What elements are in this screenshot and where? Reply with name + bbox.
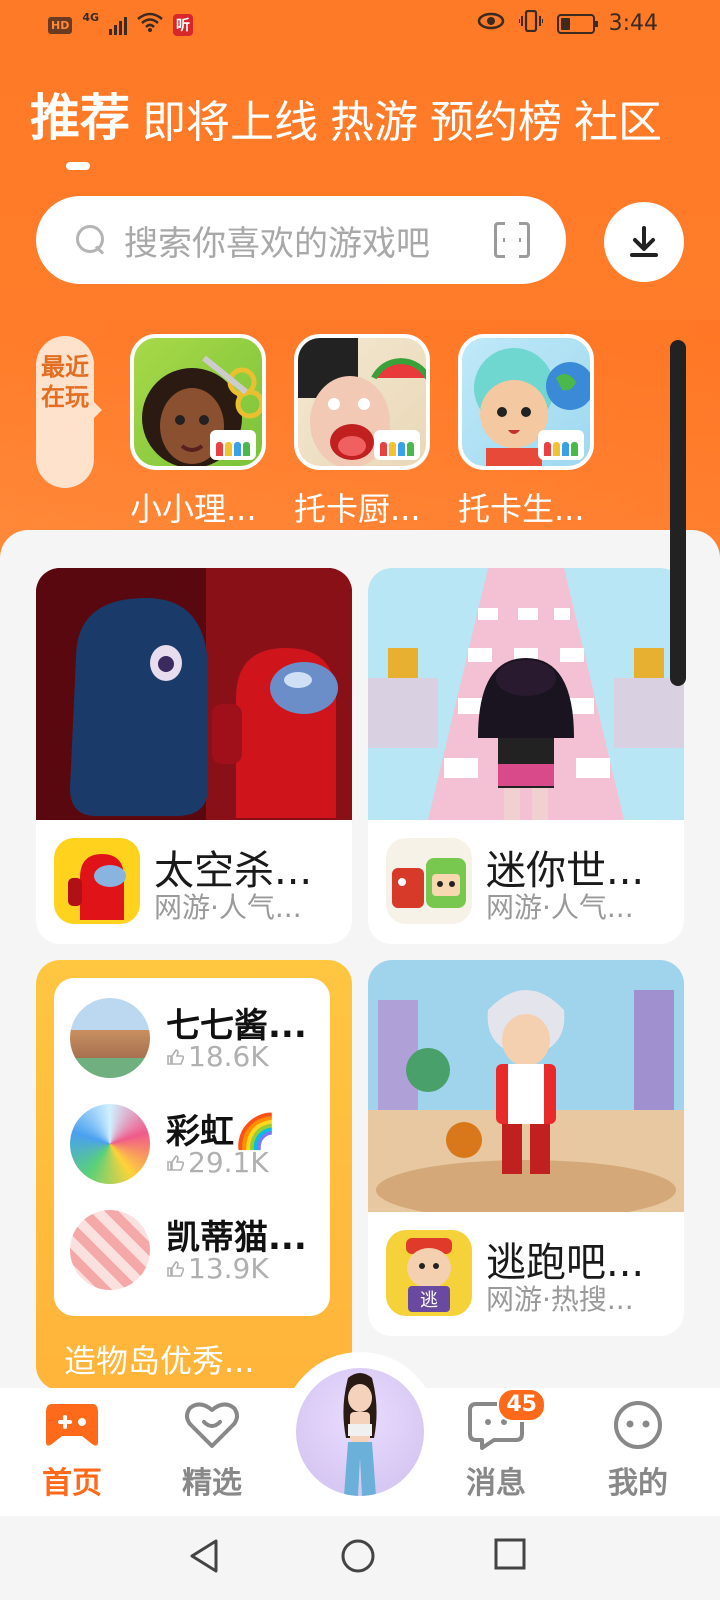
home-icon[interactable] (340, 1538, 376, 1578)
search-placeholder: 搜索你喜欢的游戏吧 (124, 223, 430, 264)
collection-thumbnail (70, 1210, 150, 1290)
recent-game-3[interactable]: 托卡生... (458, 334, 598, 530)
nav-featured[interactable]: 精选 (162, 1400, 262, 1502)
avatar[interactable] (296, 1368, 424, 1496)
signal-icon (109, 15, 128, 35)
collection-item-likes: 29.1K (166, 1146, 269, 1179)
category-tabs: 推荐 即将上线 热游 预约榜 社区 (30, 78, 720, 148)
search-icon (76, 225, 106, 255)
toca-hair-salon-icon (130, 334, 266, 470)
search-bar[interactable]: 搜索你喜欢的游戏吧 (36, 196, 566, 284)
tab-hot-games[interactable]: 热游 (330, 86, 418, 148)
thumbs-up-icon (167, 1048, 184, 1065)
svg-text:逃: 逃 (420, 1290, 438, 1311)
mini-world-icon (386, 838, 472, 924)
game-banner (368, 568, 684, 820)
tab-community[interactable]: 社区 (574, 86, 662, 148)
collection-item-3[interactable]: 凯蒂猫... 13.9K (70, 1210, 330, 1290)
active-tab-indicator (66, 162, 90, 170)
nav-label: 首页 (42, 1466, 102, 1501)
tab-recommend[interactable]: 推荐 (30, 78, 130, 148)
eye-comfort-icon (477, 11, 505, 36)
heart-bubble-icon (184, 1400, 240, 1450)
tab-coming-soon[interactable]: 即将上线 (142, 86, 318, 148)
recent-game-name: 托卡厨... (294, 490, 421, 528)
collection-card[interactable]: 七七酱... 18.6K 彩虹🌈 29.1K 凯蒂猫... 13.9K 造物岛优… (36, 960, 352, 1390)
recents-icon[interactable] (494, 1538, 526, 1574)
vibrate-icon (517, 9, 544, 37)
game-card-mini-world[interactable]: 迷你世... 网游·人气... (368, 568, 684, 944)
game-tags: 网游·热搜... (486, 1283, 634, 1316)
toca-boca-badge (538, 430, 584, 460)
game-tags: 网游·人气... (154, 891, 302, 924)
toca-kitchen-icon (294, 334, 430, 470)
nav-profile[interactable]: 我的 (588, 1400, 688, 1502)
status-bar: HD 4G 听 3:44 (0, 0, 720, 48)
collection-thumbnail (70, 1104, 150, 1184)
game-banner (368, 960, 684, 1220)
toca-life-icon (458, 334, 594, 470)
collection-item-2[interactable]: 彩虹🌈 29.1K (70, 1104, 330, 1184)
likes-count: 13.9K (188, 1252, 269, 1285)
scrollbar[interactable] (670, 340, 686, 686)
network-type: 4G (82, 10, 100, 24)
thumbs-up-icon (167, 1260, 184, 1277)
tab-reservation-rank[interactable]: 预约榜 (430, 86, 562, 148)
escape-game-icon: 逃 (386, 1230, 472, 1316)
system-navigation-bar (0, 1516, 720, 1600)
unread-badge: 45 (497, 1388, 546, 1422)
scan-icon[interactable] (494, 221, 530, 259)
hd-indicator: HD (48, 16, 73, 34)
wifi-icon (137, 12, 163, 38)
game-card-among-us[interactable]: 太空杀... 网游·人气... (36, 568, 352, 944)
game-tags: 网游·人气... (486, 891, 634, 924)
gamepad-icon (44, 1400, 100, 1450)
collection-thumbnail (70, 998, 150, 1078)
among-us-icon (54, 838, 140, 924)
collection-item-likes: 13.9K (166, 1252, 269, 1285)
back-icon[interactable] (188, 1538, 220, 1578)
battery-icon (556, 13, 598, 34)
clock: 3:44 (608, 11, 658, 36)
collection-item-likes: 18.6K (166, 1040, 269, 1073)
likes-count: 18.6K (188, 1040, 269, 1073)
game-banner (36, 568, 352, 820)
nav-label: 消息 (466, 1466, 526, 1501)
notification-app-icon: 听 (173, 14, 194, 36)
toca-boca-badge (374, 430, 420, 460)
download-button[interactable] (604, 202, 684, 282)
face-icon (610, 1400, 666, 1450)
nav-label: 我的 (608, 1466, 668, 1501)
nav-messages[interactable]: 45 消息 (446, 1388, 546, 1502)
recent-game-2[interactable]: 托卡厨... (294, 334, 434, 530)
nav-home[interactable]: 首页 (22, 1400, 122, 1502)
likes-count: 29.1K (188, 1146, 269, 1179)
collection-list: 七七酱... 18.6K 彩虹🌈 29.1K 凯蒂猫... 13.9K (54, 978, 330, 1316)
collection-title: 造物岛优秀... (64, 1342, 255, 1380)
collection-item-1[interactable]: 七七酱... 18.6K (70, 998, 330, 1078)
game-card-escape[interactable]: 逃 逃跑吧... 网游·热搜... (368, 960, 684, 1336)
toca-boca-badge (210, 430, 256, 460)
recent-game-name: 小小理... (130, 490, 257, 528)
recently-played-label: 最近在玩 (36, 336, 102, 488)
chat-icon: 45 (468, 1388, 546, 1450)
recent-game-1[interactable]: 小小理... (130, 334, 270, 530)
recent-game-name: 托卡生... (458, 490, 585, 528)
thumbs-up-icon (167, 1154, 184, 1171)
download-icon (630, 226, 658, 257)
nav-label: 精选 (182, 1466, 242, 1501)
